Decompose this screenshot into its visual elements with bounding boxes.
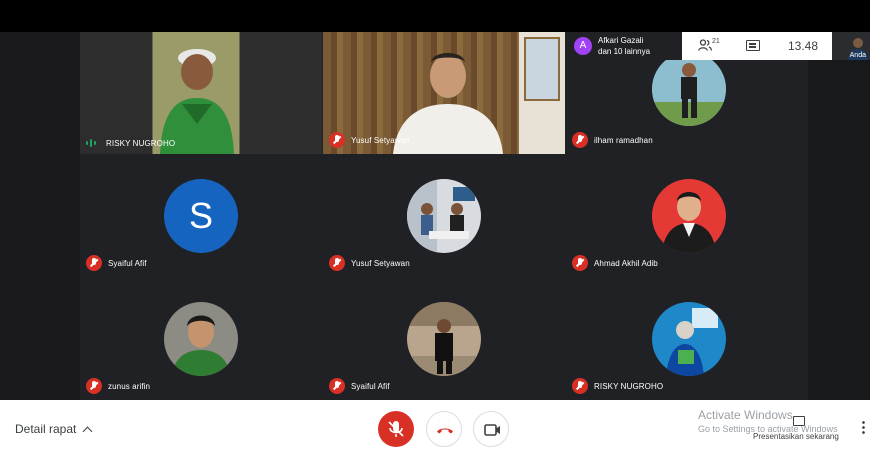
participant-name: Yusuf Setyawan [351, 135, 410, 145]
participant-name-row: zunus arifin [86, 378, 150, 394]
leave-call-button[interactable] [426, 411, 462, 447]
more-icon[interactable] [862, 420, 865, 434]
participant-tile[interactable]: S Syaiful Afif [80, 155, 322, 277]
avatar: A [574, 37, 592, 55]
avatar [407, 179, 481, 253]
avatar [407, 302, 481, 376]
avatar: S [164, 179, 238, 253]
participant-name: Syaiful Afif [108, 258, 147, 268]
join-notification[interactable]: A Afkari Gazali dan 10 lainnya [568, 32, 682, 60]
present-now-button[interactable]: Presentasikan sekarang [753, 432, 839, 441]
participant-tile[interactable]: Ahmad Akhil Adib [566, 155, 808, 277]
microphone-off-icon [86, 378, 102, 394]
microphone-off-icon [329, 132, 345, 148]
left-margin [0, 32, 80, 400]
participant-tile[interactable]: Yusuf Setyawan [323, 32, 565, 154]
participant-name-row: RISKY NUGROHO [86, 138, 175, 148]
self-label: Anda [849, 52, 866, 59]
participant-name: Ahmad Akhil Adib [594, 258, 658, 268]
participant-name: RISKY NUGROHO [106, 138, 176, 148]
hang-up-icon [437, 428, 453, 434]
participant-name-row: RISKY NUGROHO [572, 378, 663, 394]
meeting-details-button[interactable]: Detail rapat [15, 422, 93, 436]
participant-name-row: Yusuf Setyawan [329, 255, 410, 271]
present-icon [793, 416, 805, 426]
participant-tile[interactable]: Syaiful Afif [323, 278, 565, 400]
camera-icon [484, 424, 500, 436]
self-view-thumbnail[interactable]: Anda [832, 32, 870, 60]
bottom-control-bar: Detail rapat Activate Windows Go to Sett… [0, 400, 870, 458]
microphone-off-icon [572, 378, 588, 394]
microphone-off-icon [86, 255, 102, 271]
participant-grid: RISKY NUGROHO Yusuf Setyawan ilham ramad… [80, 32, 808, 400]
avatar [652, 302, 726, 376]
video-feed [160, 49, 234, 154]
notification-line1: Afkari Gazali [598, 36, 644, 45]
microphone-toggle-button[interactable] [378, 411, 414, 447]
participant-tile[interactable]: Yusuf Setyawan [323, 155, 565, 277]
participant-tile[interactable]: zunus arifin [80, 278, 322, 400]
avatar [652, 52, 726, 126]
participant-count: 21 [712, 38, 720, 45]
participant-name-row: Yusuf Setyawan [329, 132, 410, 148]
microphone-off-icon [329, 255, 345, 271]
participant-name-row: Syaiful Afif [329, 378, 390, 394]
right-margin [808, 32, 870, 400]
participant-name: RISKY NUGROHO [594, 381, 664, 391]
microphone-off-icon [388, 421, 404, 437]
notification-text: Afkari Gazali dan 10 lainnya [598, 35, 650, 57]
meeting-clock: 13.48 [788, 39, 819, 53]
windows-activation-watermark: Activate Windows Go to Settings to activ… [698, 408, 838, 434]
top-black-bar [0, 0, 870, 32]
participant-name: zunus arifin [108, 381, 151, 391]
participant-name-row: Ahmad Akhil Adib [572, 255, 658, 271]
watermark-line1: Activate Windows [698, 408, 793, 422]
microphone-off-icon [329, 378, 345, 394]
notification-line2: dan 10 lainnya [598, 47, 651, 56]
participant-name-row: ilham ramadhan [572, 132, 653, 148]
participant-tile[interactable]: RISKY NUGROHO [566, 278, 808, 400]
meeting-details-label: Detail rapat [15, 422, 77, 436]
chat-icon[interactable] [746, 40, 760, 51]
participant-name-row: Syaiful Afif [86, 255, 147, 271]
people-icon[interactable] [698, 39, 712, 51]
avatar [652, 179, 726, 253]
microphone-off-icon [572, 255, 588, 271]
participant-name: Yusuf Setyawan [351, 258, 410, 268]
participant-tile[interactable]: RISKY NUGROHO [80, 32, 322, 154]
speaking-indicator-icon [86, 138, 100, 148]
microphone-off-icon [572, 132, 588, 148]
meeting-info-panel: 21 13.48 [682, 32, 832, 60]
avatar [164, 302, 238, 376]
chevron-up-icon [82, 426, 93, 436]
participant-name: ilham ramadhan [594, 135, 653, 145]
camera-toggle-button[interactable] [473, 411, 509, 447]
participant-name: Syaiful Afif [351, 381, 390, 391]
